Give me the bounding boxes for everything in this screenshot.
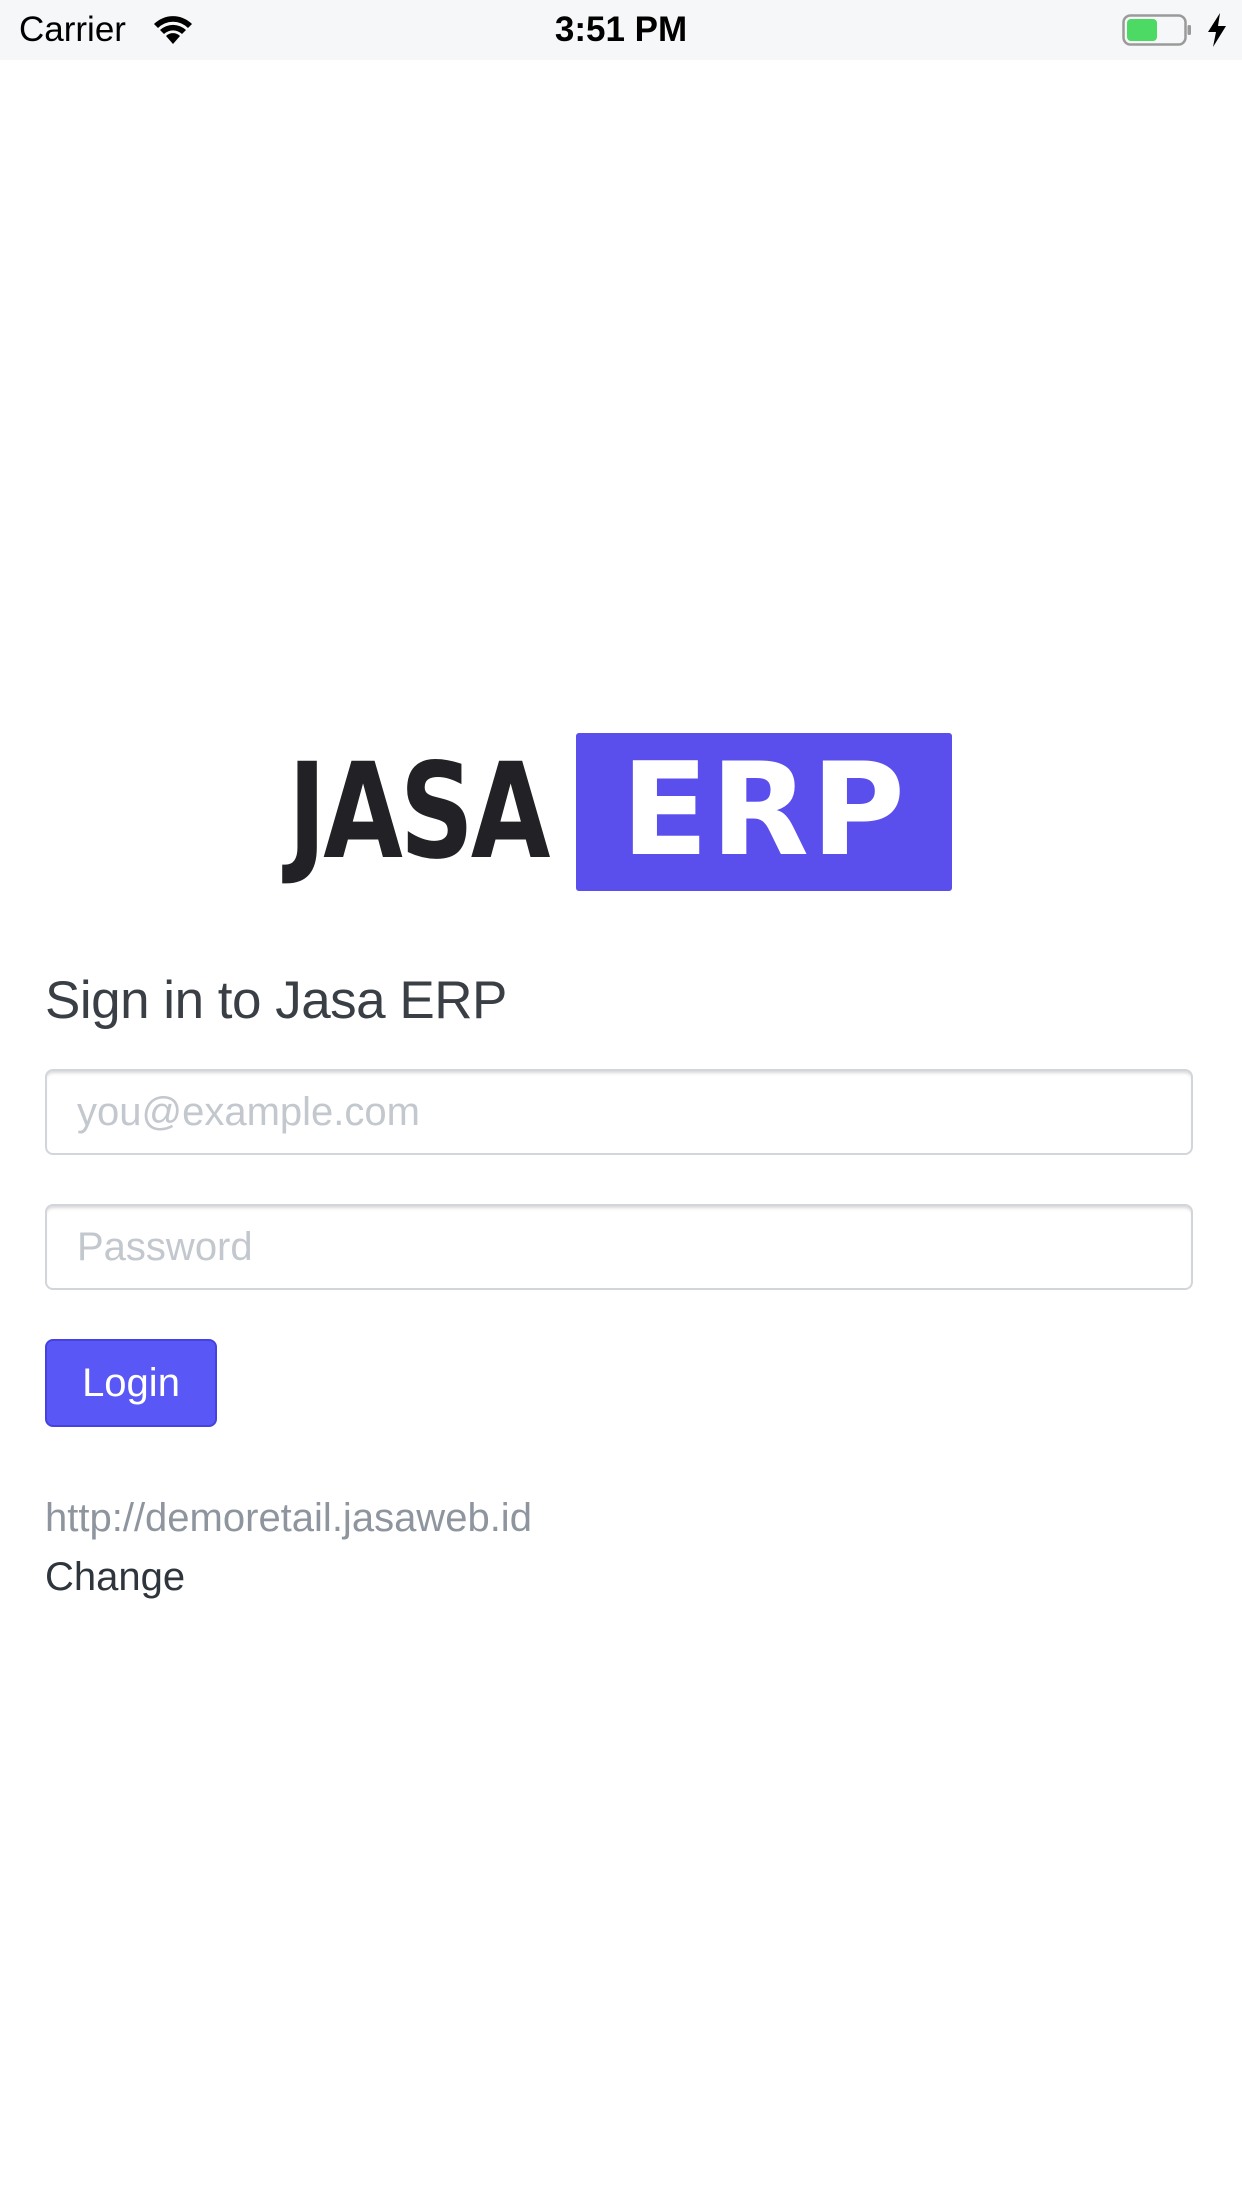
password-field[interactable] [45, 1204, 1193, 1290]
logo-erp-text: ERP [621, 736, 907, 885]
page-title: Sign in to Jasa ERP [45, 971, 507, 1030]
logo-jasa-text: JASA [288, 735, 550, 889]
email-field[interactable] [45, 1069, 1193, 1155]
battery-icon [1122, 14, 1191, 46]
server-url: http://demoretail.jasaweb.id [45, 1496, 532, 1540]
charging-bolt-icon [1208, 13, 1226, 47]
status-bar: Carrier 3:51 PM [0, 0, 1242, 60]
jasa-erp-logo: JASA ERP [288, 733, 952, 891]
login-button[interactable]: Login [45, 1339, 217, 1427]
change-server-link[interactable]: Change [45, 1553, 185, 1601]
logo-erp-box: ERP [576, 733, 952, 891]
status-time: 3:51 PM [554, 10, 688, 49]
